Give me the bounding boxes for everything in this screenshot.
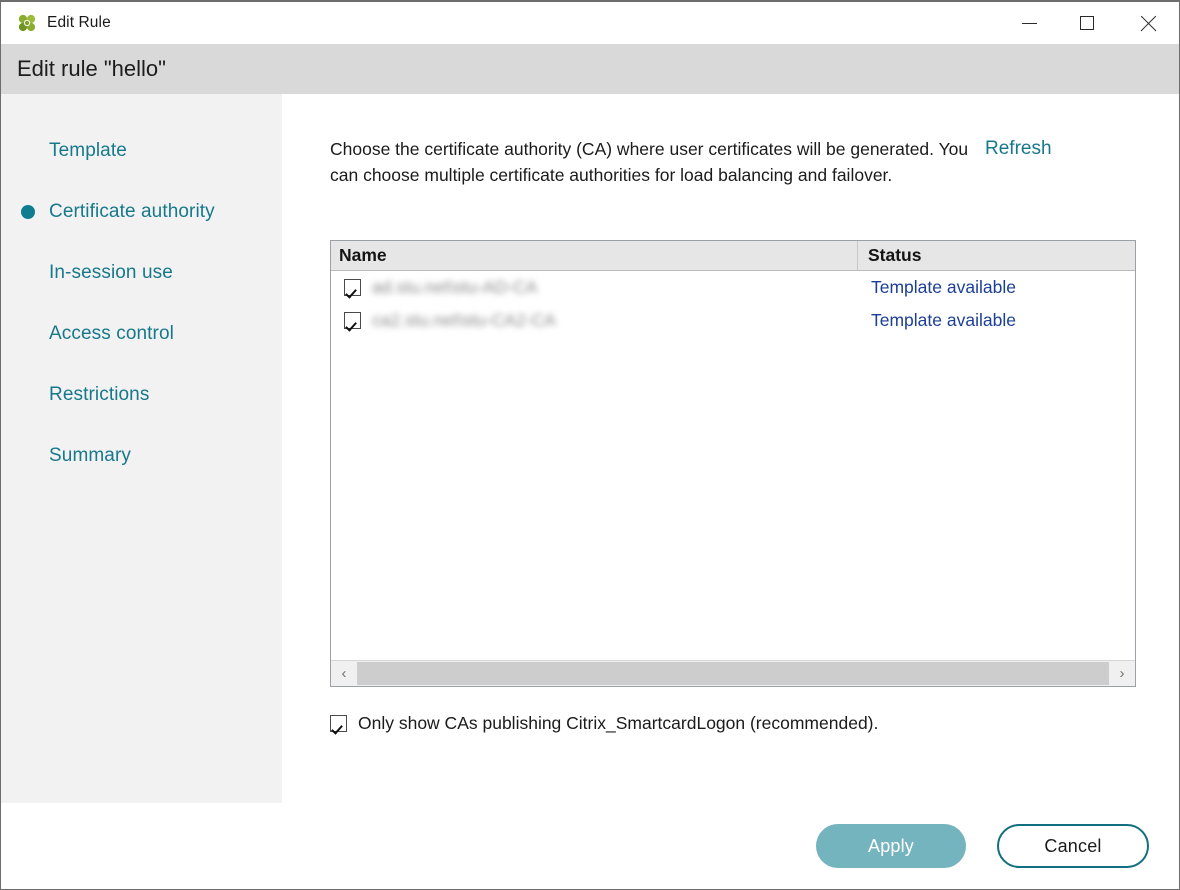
- window-controls: [1001, 2, 1179, 44]
- column-header-status[interactable]: Status: [858, 241, 1135, 270]
- cell-status[interactable]: Template available: [858, 277, 1135, 298]
- title-bar: Edit Rule: [1, 2, 1179, 44]
- close-button[interactable]: [1117, 2, 1179, 44]
- sidebar-item-template[interactable]: Template: [1, 120, 282, 181]
- sidebar-item-label: Summary: [49, 444, 131, 466]
- ca-name-value: ad.stu.net\stu-AD-CA: [372, 277, 538, 297]
- minimize-icon: [1021, 22, 1037, 24]
- apply-button[interactable]: Apply: [816, 824, 966, 868]
- ca-list-table: Name Status ad.stu.net\stu-AD-CA Templat…: [330, 240, 1136, 687]
- intro-row: Choose the certificate authority (CA) wh…: [330, 94, 1133, 188]
- cell-status[interactable]: Template available: [858, 310, 1135, 331]
- certificate-authority-panel: Choose the certificate authority (CA) wh…: [282, 94, 1179, 803]
- column-header-name[interactable]: Name: [331, 241, 858, 270]
- scrollbar-thumb[interactable]: [357, 662, 1109, 685]
- title-bar-left: Edit Rule: [1, 14, 111, 32]
- row-checkbox[interactable]: [344, 312, 361, 329]
- sidebar-item-label: Template: [49, 139, 127, 161]
- only-show-cas-label: Only show CAs publishing Citrix_Smartcar…: [358, 713, 879, 733]
- sidebar-item-label: Certificate authority: [49, 200, 215, 222]
- sidebar-item-certificate-authority[interactable]: Certificate authority: [1, 181, 282, 242]
- dialog-body: Template Certificate authority In-sessio…: [1, 94, 1179, 803]
- cell-name: ad.stu.net\stu-AD-CA: [331, 277, 858, 298]
- chevron-right-icon[interactable]: ›: [1109, 661, 1135, 686]
- edit-rule-window: Edit Rule Edit rule "hello" Template Cer…: [0, 0, 1180, 890]
- intro-description: Choose the certificate authority (CA) wh…: [330, 139, 969, 185]
- sidebar-item-in-session-use[interactable]: In-session use: [1, 242, 282, 303]
- horizontal-scrollbar[interactable]: ‹ ›: [331, 660, 1135, 686]
- table-row[interactable]: ca2.stu.net\stu-CA2-CA Template availabl…: [331, 304, 1135, 337]
- table-row[interactable]: ad.stu.net\stu-AD-CA Template available: [331, 271, 1135, 304]
- refresh-link[interactable]: Refresh: [985, 138, 1052, 160]
- maximize-button[interactable]: [1057, 2, 1117, 44]
- only-show-cas-checkbox[interactable]: [330, 715, 347, 732]
- row-checkbox[interactable]: [344, 279, 361, 296]
- sidebar-item-label: In-session use: [49, 261, 173, 283]
- sidebar-item-access-control[interactable]: Access control: [1, 303, 282, 364]
- page-header-bar: Edit rule "hello": [1, 44, 1179, 94]
- cancel-button[interactable]: Cancel: [997, 824, 1149, 868]
- sidebar-item-label: Access control: [49, 322, 174, 344]
- window-title: Edit Rule: [47, 14, 111, 31]
- close-icon: [1140, 15, 1157, 32]
- step-bullet-active-icon: [21, 204, 49, 219]
- minimize-button[interactable]: [1001, 2, 1057, 44]
- page-title: Edit rule "hello": [17, 56, 166, 81]
- table-body: ad.stu.net\stu-AD-CA Template available …: [331, 271, 1135, 660]
- citrix-flower-icon: [18, 14, 36, 32]
- dialog-footer: Apply Cancel: [1, 803, 1179, 889]
- sidebar-item-summary[interactable]: Summary: [1, 425, 282, 486]
- table-header-row: Name Status: [331, 241, 1135, 271]
- chevron-left-icon[interactable]: ‹: [331, 661, 357, 686]
- wizard-steps-sidebar: Template Certificate authority In-sessio…: [1, 94, 282, 803]
- scrollbar-track[interactable]: [357, 661, 1109, 686]
- maximize-icon: [1080, 16, 1094, 30]
- cell-name: ca2.stu.net\stu-CA2-CA: [331, 310, 858, 331]
- ca-name-value: ca2.stu.net\stu-CA2-CA: [372, 310, 556, 330]
- sidebar-item-label: Restrictions: [49, 383, 150, 405]
- sidebar-item-restrictions[interactable]: Restrictions: [1, 364, 282, 425]
- only-show-cas-row: Only show CAs publishing Citrix_Smartcar…: [330, 713, 1133, 734]
